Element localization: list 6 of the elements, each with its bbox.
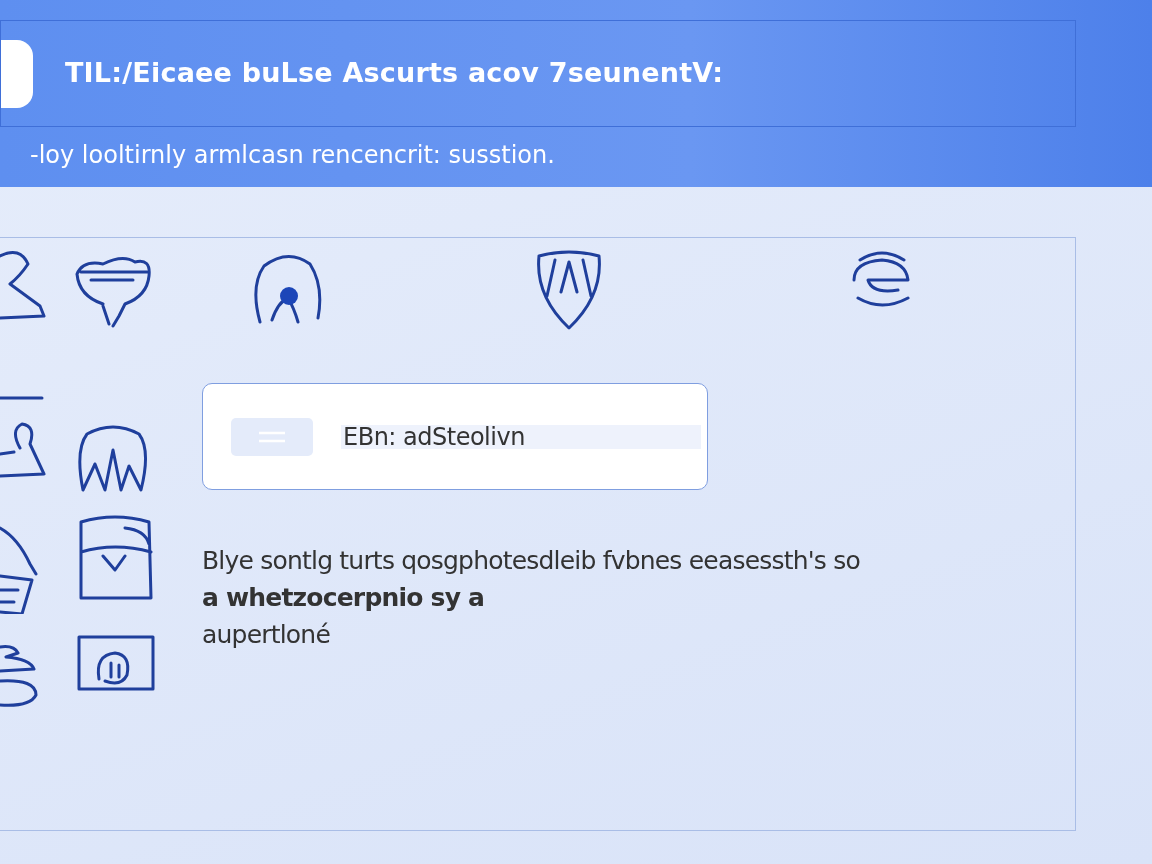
search-field[interactable]: EBn: adSteolivn bbox=[202, 383, 708, 490]
menu-icon bbox=[231, 417, 313, 456]
subtitle: -loy looltirnly armlcasn rencencrit: susstion. bbox=[30, 140, 556, 171]
page-title: TIL:/Eicaee buLse Ascurts acov 7seunentV: bbox=[65, 56, 724, 91]
description-text: Blye sontlg turts qosgphotesdleib fvbnes eeasessth's so a whetzocerpnio sy a aupertloné bbox=[202, 545, 861, 651]
rounded-square-icon bbox=[1, 39, 33, 108]
